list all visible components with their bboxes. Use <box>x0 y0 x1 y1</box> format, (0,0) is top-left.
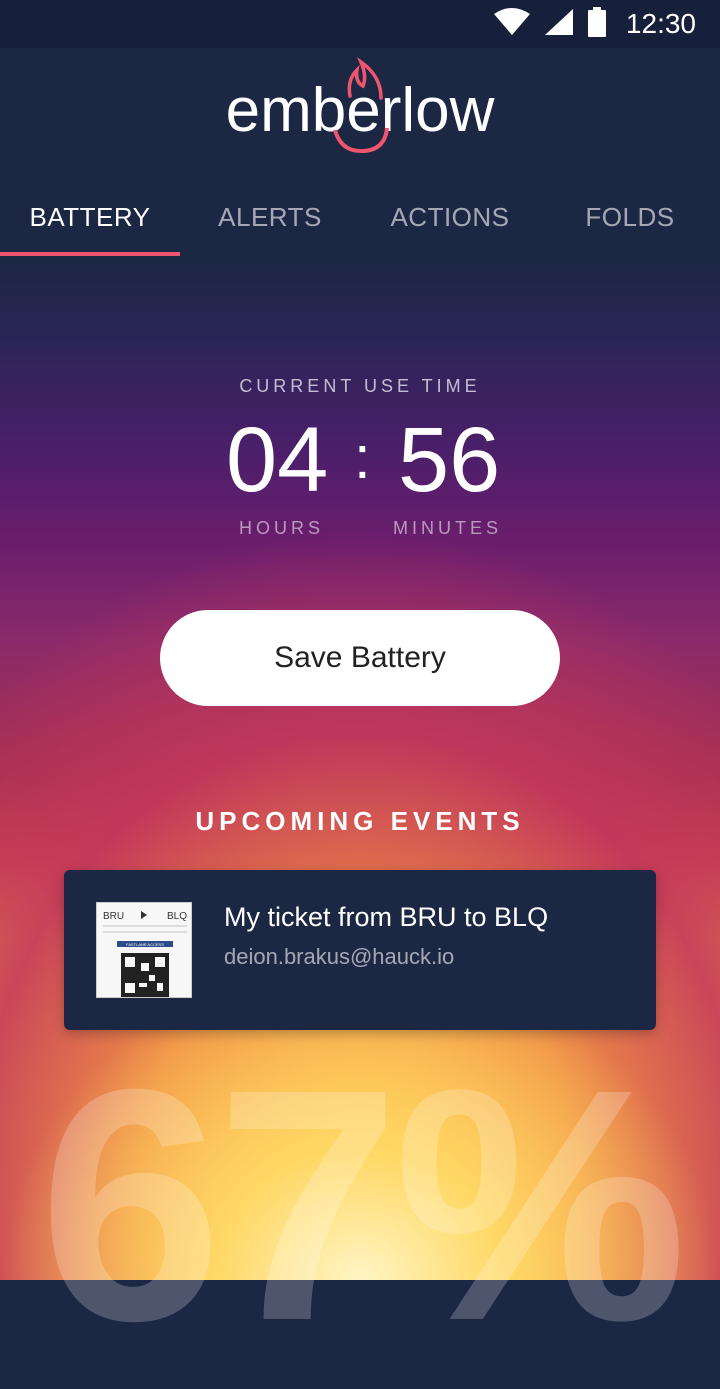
status-bar: 12:30 <box>0 0 720 48</box>
hours-unit-label: HOURS <box>239 518 325 538</box>
status-time: 12:30 <box>625 8 696 39</box>
tab-folds[interactable]: FOLDS <box>540 178 720 256</box>
battery-percentage-watermark: 67% <box>38 1020 687 1389</box>
battery-icon <box>587 6 606 42</box>
minutes-unit-label: MINUTES <box>393 518 502 538</box>
event-title: My ticket from BRU to BLQ <box>224 902 549 932</box>
minutes-value: 56 <box>398 409 501 511</box>
svg-text:BLQ: BLQ <box>167 911 187 922</box>
signal-icon <box>544 8 574 41</box>
app-logo: emberlow <box>0 56 720 156</box>
svg-text:FASTLANE ACCESS: FASTLANE ACCESS <box>126 942 164 947</box>
time-separator: : <box>354 424 371 491</box>
tab-bar: BATTERY ALERTS ACTIONS FOLDS <box>0 178 720 256</box>
use-time-display: 04 : 56 <box>0 409 720 520</box>
tab-battery[interactable]: BATTERY <box>0 178 180 256</box>
hours-value: 04 <box>226 409 329 511</box>
save-battery-button[interactable]: Save Battery <box>160 610 560 706</box>
current-use-time-label: CURRENT USE TIME <box>239 376 481 396</box>
upcoming-events-heading: UPCOMING EVENTS <box>195 806 525 836</box>
logo-wordmark: emberlow <box>226 76 495 145</box>
boarding-pass-icon: BRU BLQ FASTLANE ACCESS <box>96 902 192 998</box>
svg-text:BRU: BRU <box>103 911 124 922</box>
tab-actions[interactable]: ACTIONS <box>360 178 540 256</box>
wifi-icon <box>493 7 530 41</box>
event-subtitle: deion.brakus@hauck.io <box>224 944 455 969</box>
event-card[interactable]: BRU BLQ FASTLANE ACCESS My ticket from B… <box>64 870 656 1030</box>
tab-alerts[interactable]: ALERTS <box>180 178 360 256</box>
